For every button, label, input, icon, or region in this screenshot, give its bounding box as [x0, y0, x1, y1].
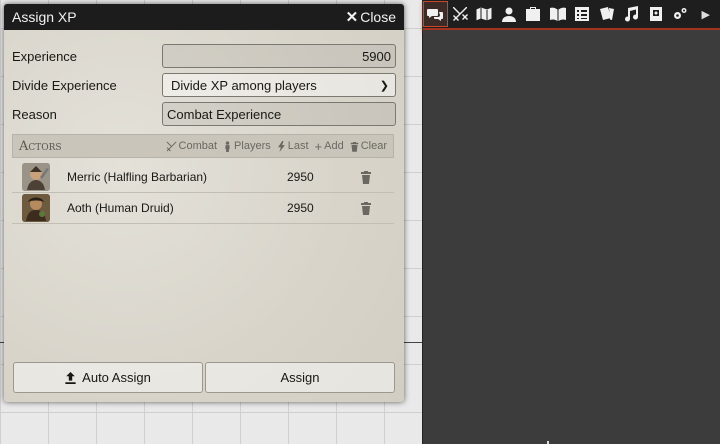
- person-icon: [225, 140, 230, 152]
- bolt-icon: [277, 140, 285, 152]
- auto-assign-button[interactable]: Auto Assign: [13, 362, 203, 393]
- user-icon: [501, 7, 516, 22]
- tab-items[interactable]: [521, 1, 546, 27]
- experience-input[interactable]: 5900: [162, 44, 396, 68]
- add-last-button[interactable]: Last: [277, 140, 309, 152]
- tab-journal[interactable]: [546, 1, 571, 27]
- clear-label: Clear: [360, 140, 387, 152]
- reason-input[interactable]: Combat Experience: [162, 102, 396, 126]
- experience-row: Experience 5900: [12, 44, 396, 68]
- actor-xp[interactable]: 2950: [287, 201, 314, 215]
- tab-combat[interactable]: [448, 1, 473, 27]
- combat-label: Combat: [178, 140, 218, 152]
- close-icon: ✕: [345, 9, 359, 26]
- collapse-sidebar-button[interactable]: ▶: [693, 1, 718, 27]
- cards-icon: [599, 7, 614, 20]
- upload-icon: [65, 371, 76, 384]
- chevron-down-icon: ❯: [379, 79, 389, 92]
- delete-actor-button[interactable]: [359, 170, 373, 184]
- clear-actors-button[interactable]: Clear: [350, 140, 387, 152]
- tab-scenes[interactable]: [472, 1, 497, 27]
- human-druid-portrait: [22, 194, 50, 222]
- trash-icon: [350, 141, 358, 152]
- sidebar: ▶: [422, 0, 720, 444]
- actor-row-aoth: Aoth (Human Druid) 2950: [12, 193, 394, 224]
- dialog-header[interactable]: Assign XP ✕ Close: [4, 4, 404, 30]
- actors-heading: Actors: [19, 138, 62, 154]
- avatar: [22, 163, 50, 191]
- crossed-swords-icon: [166, 141, 176, 151]
- last-label: Last: [287, 140, 309, 152]
- tab-chat[interactable]: [423, 1, 448, 27]
- collapse-arrow-icon: ▶: [701, 7, 710, 21]
- gears-icon: [674, 8, 687, 19]
- divide-selected-value: Divide XP among players: [171, 77, 317, 93]
- tab-compendium[interactable]: [644, 1, 669, 27]
- table-icon: [575, 7, 590, 21]
- music-icon: [625, 6, 639, 22]
- divide-row: Divide Experience Divide XP among player…: [12, 73, 396, 97]
- avatar: [22, 194, 50, 222]
- actor-name: Merric (Halfling Barbarian): [67, 170, 208, 184]
- divide-label: Divide Experience: [12, 77, 117, 93]
- tab-actors[interactable]: [497, 1, 522, 27]
- add-combat-button[interactable]: Combat: [166, 140, 218, 152]
- dialog-title: Assign XP: [12, 9, 77, 25]
- auto-assign-label: Auto Assign: [82, 370, 151, 385]
- tab-cards[interactable]: [595, 1, 620, 27]
- tab-playlists[interactable]: [619, 1, 644, 27]
- divide-select[interactable]: Divide XP among players ❯: [162, 73, 396, 97]
- halfling-barbarian-portrait: [22, 163, 50, 191]
- sidebar-tabs: ▶: [423, 0, 720, 30]
- assign-label: Assign: [280, 370, 320, 385]
- players-label: Players: [234, 140, 271, 152]
- assign-xp-dialog: Assign XP ✕ Close Experience 5900 Divide…: [4, 4, 404, 402]
- actor-row-merric: Merric (Halfling Barbarian) 2950: [12, 162, 394, 193]
- chat-bubbles-icon: [427, 9, 444, 21]
- delete-actor-button[interactable]: [359, 201, 373, 215]
- add-label: Add: [324, 140, 344, 152]
- suitcase-icon: [526, 7, 541, 21]
- close-label: Close: [360, 9, 396, 25]
- close-button[interactable]: ✕ Close: [346, 8, 404, 26]
- book-icon: [549, 7, 566, 21]
- assign-button[interactable]: Assign: [205, 362, 395, 393]
- reason-row: Reason Combat Experience: [12, 102, 396, 126]
- compendium-icon: [649, 7, 662, 21]
- map-icon: [476, 6, 493, 22]
- actor-name: Aoth (Human Druid): [67, 201, 174, 215]
- tab-settings[interactable]: [668, 1, 693, 27]
- crossed-swords-icon: [452, 7, 468, 21]
- reason-label: Reason: [12, 106, 57, 122]
- sidebar-content: [423, 30, 720, 444]
- actor-xp[interactable]: 2950: [287, 170, 314, 184]
- actors-header: Actors Combat Players Last + Add Clear: [12, 134, 394, 158]
- plus-icon: +: [314, 138, 323, 154]
- tab-tables[interactable]: [570, 1, 595, 27]
- experience-label: Experience: [12, 48, 78, 64]
- add-actor-button[interactable]: + Add: [315, 139, 344, 154]
- add-players-button[interactable]: Players: [223, 140, 271, 152]
